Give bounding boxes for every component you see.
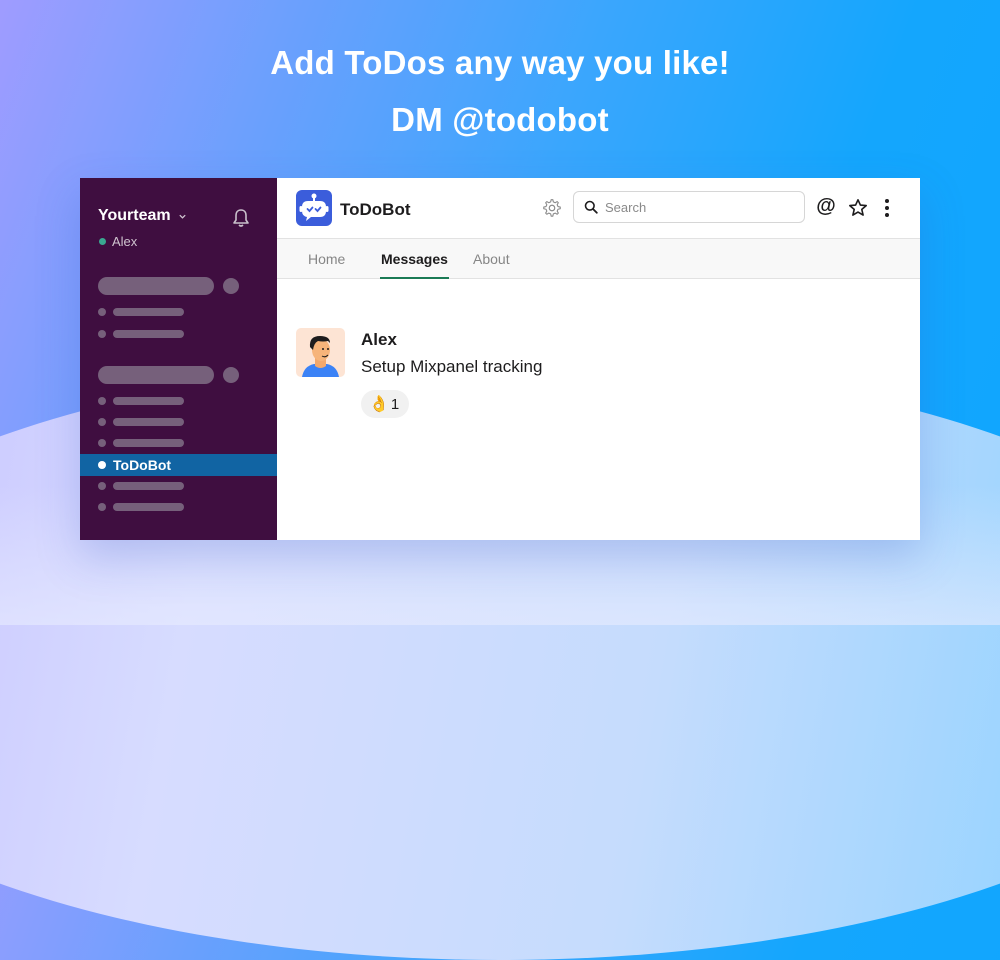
star-icon[interactable] [847, 197, 869, 219]
search-icon [584, 200, 598, 214]
more-vertical-icon[interactable] [876, 197, 898, 219]
section-header-placeholder[interactable] [98, 277, 214, 295]
sidebar-item-todobot[interactable]: ToDoBot [80, 454, 277, 476]
message-text: Setup Mixpanel tracking [361, 357, 543, 376]
main-panel: ToDoBot @ [277, 178, 920, 540]
ok-hand-icon: 👌 [369, 396, 389, 413]
dm-placeholder[interactable] [98, 438, 184, 448]
message-author[interactable]: Alex [361, 330, 397, 350]
dm-placeholder[interactable] [98, 481, 184, 491]
reaction-count: 1 [390, 395, 400, 413]
bell-icon[interactable] [232, 208, 250, 228]
gear-icon[interactable] [542, 198, 562, 218]
sidebar-item-label: ToDoBot [113, 457, 172, 473]
headline-subtitle: DM @todobot [391, 101, 609, 138]
user-name: Alex [112, 234, 138, 249]
section-header-placeholder[interactable] [98, 366, 214, 384]
at-icon[interactable]: @ [815, 195, 837, 217]
tab-messages[interactable]: Messages [380, 251, 449, 279]
dm-placeholder[interactable] [98, 417, 184, 427]
dm-placeholder[interactable] [98, 396, 184, 406]
chevron-down-icon [178, 214, 186, 219]
channel-title: ToDoBot [340, 200, 411, 219]
robot-logo-icon [296, 190, 332, 226]
section-add-placeholder[interactable] [223, 367, 239, 383]
dm-placeholder[interactable] [98, 502, 184, 512]
app-window: Yourteam Alex ToDoBot ToDoBot Search @ H… [80, 178, 920, 540]
current-user[interactable]: Alex [99, 234, 137, 249]
headline-title: Add ToDos any way you like! [270, 44, 730, 81]
section-add-placeholder[interactable] [223, 278, 239, 294]
channel-header: ToDoBot @ [277, 178, 920, 239]
avatar[interactable] [296, 328, 345, 377]
team-name: Yourteam [98, 207, 171, 224]
search-box[interactable] [573, 191, 805, 223]
sidebar: Yourteam Alex ToDoBot [80, 178, 277, 540]
reaction-button[interactable]: 👌 1 [361, 390, 410, 418]
channel-placeholder[interactable] [98, 329, 184, 339]
tab-about[interactable]: About [473, 251, 510, 267]
tab-bar: Home Messages About [277, 239, 920, 279]
tab-home[interactable]: Home [308, 251, 345, 267]
team-switcher[interactable]: Yourteam [98, 207, 187, 225]
channel-placeholder[interactable] [98, 307, 184, 317]
search-input[interactable] [605, 199, 795, 215]
presence-status-icon [99, 238, 106, 245]
presence-dot-icon [98, 461, 106, 469]
